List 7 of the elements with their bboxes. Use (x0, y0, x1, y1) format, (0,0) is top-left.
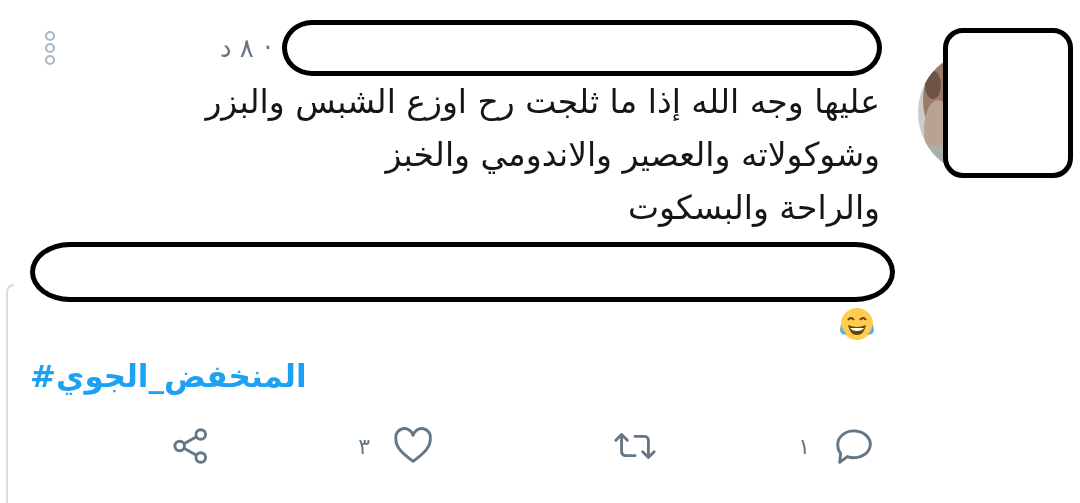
reply-count: ١ (798, 433, 810, 459)
tweet-text: عليها وجه الله إذا ما ثلجت رح اوزع الشبس والبزر وشوكولاته والعصير والاندومي والخبز والراحة والبسكوت (203, 81, 880, 229)
hashtag-link[interactable]: #المنخفض_الجوي (30, 354, 307, 398)
laughing-emoji-icon (839, 306, 875, 342)
separator-dot: · (263, 32, 273, 63)
tweet-time[interactable]: ٨ د (220, 32, 254, 63)
like-count: ٣ (358, 433, 370, 459)
